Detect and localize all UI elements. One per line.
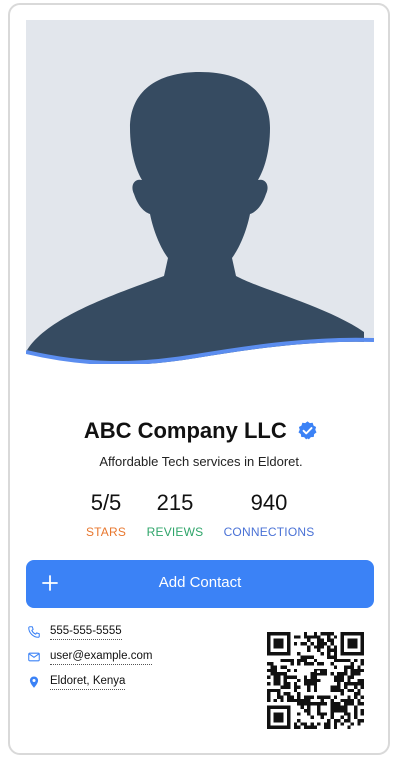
- add-contact-label: Add Contact: [158, 574, 242, 591]
- stat-reviews: 215 REVIEWS: [140, 490, 210, 539]
- profile-photo: [26, 20, 374, 364]
- contact-email-link[interactable]: user@example.com: [50, 650, 153, 665]
- stat-stars: 5/5 STARS: [76, 490, 136, 539]
- contact-email: user@example.com: [27, 647, 153, 667]
- qr-code: [267, 632, 364, 729]
- contact-phone: 555-555-5555: [27, 622, 122, 642]
- profile-name-row: ABC Company LLC: [0, 418, 402, 444]
- stat-connections-label: CONNECTIONS: [223, 525, 315, 539]
- avatar-silhouette-icon: [26, 20, 374, 364]
- stat-stars-value: 5/5: [90, 490, 122, 515]
- profile-tagline: Affordable Tech services in Eldoret.: [99, 454, 303, 469]
- stat-reviews-label: REVIEWS: [146, 525, 204, 539]
- verified-badge-icon: [298, 420, 317, 439]
- profile-name: ABC Company LLC: [83, 418, 287, 443]
- contact-location: Eldoret, Kenya: [27, 672, 126, 692]
- contact-phone-link[interactable]: 555-555-5555: [50, 625, 122, 640]
- location-pin-icon: [29, 676, 39, 688]
- phone-icon: [28, 626, 40, 638]
- stat-reviews-value: 215: [156, 490, 194, 515]
- stat-connections-value: 940: [250, 490, 288, 515]
- mail-icon: [28, 652, 40, 662]
- contact-location-link[interactable]: Eldoret, Kenya: [50, 675, 126, 690]
- stat-stars-label: STARS: [85, 525, 127, 539]
- add-contact-button[interactable]: Add Contact: [26, 560, 374, 608]
- stat-connections: 940 CONNECTIONS: [218, 490, 320, 539]
